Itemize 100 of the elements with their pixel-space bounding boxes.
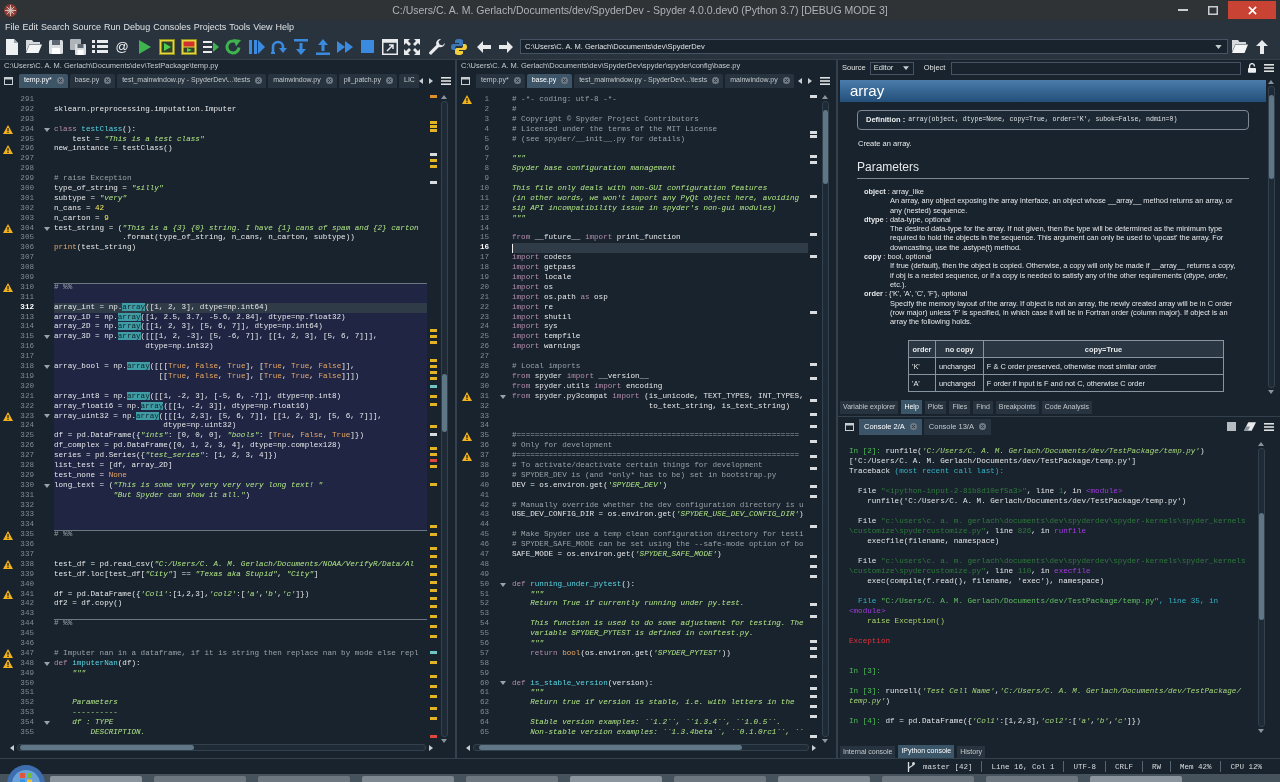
close-icon[interactable] <box>386 77 393 84</box>
scroll-down-arrow-icon[interactable] <box>441 739 447 743</box>
snake-logo-icon[interactable] <box>451 38 467 55</box>
menu-item[interactable]: Search <box>41 21 70 33</box>
scroll-right-arrow-icon[interactable] <box>812 744 816 751</box>
scroll-right-arrow-icon[interactable] <box>428 77 433 84</box>
open-folder-icon[interactable] <box>1232 40 1248 53</box>
scrollbar-track[interactable] <box>17 744 426 751</box>
circular-arrow-icon[interactable] <box>225 38 241 55</box>
play-icon[interactable] <box>139 39 151 54</box>
menu-item[interactable]: Source <box>72 21 102 33</box>
fold-triangle-icon[interactable] <box>500 394 506 399</box>
menu-item[interactable]: Consoles <box>153 21 191 33</box>
scrollbar-thumb[interactable] <box>479 745 742 750</box>
close-icon[interactable] <box>513 77 521 84</box>
scrollbar-thumb[interactable] <box>1268 95 1274 179</box>
wrench-icon[interactable] <box>429 38 445 55</box>
maximize-icon <box>1208 5 1218 15</box>
curved-arrow-icon[interactable] <box>271 39 287 54</box>
cell-play-next-icon[interactable] <box>181 38 197 55</box>
two-floppy-disks-icon[interactable] <box>70 38 86 55</box>
window-icon[interactable] <box>4 76 13 85</box>
scroll-up-arrow-icon[interactable] <box>441 95 447 99</box>
menu-icon[interactable] <box>440 76 451 85</box>
scroll-left-arrow-icon[interactable] <box>466 744 470 751</box>
close-icon[interactable] <box>909 423 917 430</box>
four-arrows-icon[interactable] <box>404 38 420 55</box>
menu-item[interactable]: Debug <box>123 21 151 33</box>
scroll-down-arrow-icon[interactable] <box>1268 390 1274 394</box>
double-play-icon[interactable] <box>337 40 353 53</box>
scroll-left-arrow-icon[interactable] <box>798 77 802 84</box>
scroll-right-arrow-icon[interactable] <box>808 77 812 84</box>
menu-icon[interactable] <box>1264 422 1274 431</box>
menu-item[interactable]: File <box>5 21 20 33</box>
scrollbar-thumb[interactable] <box>441 374 447 432</box>
scroll-up-arrow-icon[interactable] <box>1258 442 1264 446</box>
scrollbar-track[interactable] <box>1257 448 1265 727</box>
open-folder-icon[interactable] <box>26 40 42 53</box>
menu-item[interactable]: Help <box>275 21 295 33</box>
scroll-up-arrow-icon[interactable] <box>822 95 828 99</box>
fold-triangle-icon[interactable] <box>44 127 50 132</box>
scrollbar-thumb[interactable] <box>1258 513 1264 620</box>
window-title: C:/Users/C. A. M. Gerlach/Documents/dev/SpyderDev - Spyder 4.0.0.dev0 (Python 3.7) [DEBUG MODE 3] <box>392 3 888 17</box>
menu-item[interactable]: Run <box>104 21 121 33</box>
stop-square-icon[interactable] <box>360 40 374 53</box>
window-icon[interactable] <box>461 76 470 85</box>
lines-play-icon[interactable] <box>203 39 219 54</box>
close-icon[interactable] <box>561 77 569 84</box>
close-icon[interactable] <box>255 77 263 84</box>
scrollbar-track[interactable] <box>821 101 829 737</box>
scroll-up-arrow-icon[interactable] <box>1268 80 1274 84</box>
menu-icon[interactable] <box>820 76 830 85</box>
fold-triangle-icon[interactable] <box>44 483 50 488</box>
scrollbar-track[interactable] <box>440 101 448 737</box>
scroll-down-arrow-icon[interactable] <box>822 739 828 743</box>
eraser-icon[interactable] <box>1244 422 1256 431</box>
fold-triangle-icon[interactable] <box>500 582 506 587</box>
close-icon[interactable] <box>782 77 790 84</box>
window-icon[interactable] <box>845 422 854 431</box>
close-icon[interactable] <box>56 77 64 84</box>
close-icon[interactable] <box>104 77 112 84</box>
object-field[interactable] <box>951 61 1241 75</box>
bars-play-icon[interactable] <box>249 39 265 54</box>
orb-icon[interactable] <box>7 764 45 782</box>
fold-triangle-icon[interactable] <box>44 414 50 419</box>
dropdown-caret-icon[interactable] <box>902 66 909 70</box>
menu-icon[interactable] <box>1264 64 1274 72</box>
fold-triangle-icon[interactable] <box>500 681 506 686</box>
padlock-icon[interactable] <box>1248 63 1256 73</box>
dropdown-caret-icon[interactable] <box>1215 44 1222 49</box>
fold-triangle-icon[interactable] <box>44 226 50 231</box>
menu-item[interactable]: Tools <box>229 21 251 33</box>
close-icon[interactable] <box>712 77 720 84</box>
menu-item[interactable]: Projects <box>193 21 227 33</box>
scroll-down-arrow-icon[interactable] <box>1258 729 1264 733</box>
menu-item[interactable]: View <box>253 21 273 33</box>
fold-triangle-icon[interactable] <box>44 661 50 666</box>
scrollbar-thumb[interactable] <box>20 745 194 750</box>
right-arrow-icon[interactable] <box>499 40 513 53</box>
at-sign-tool[interactable]: @ <box>115 39 129 54</box>
new-file-icon[interactable] <box>6 38 18 55</box>
cell-play-icon[interactable] <box>159 38 175 55</box>
left-arrow-icon[interactable] <box>477 40 491 53</box>
up-arrow-icon[interactable] <box>1256 39 1268 54</box>
up-arrow-bar-icon[interactable] <box>316 38 330 55</box>
fold-triangle-icon[interactable] <box>44 721 50 726</box>
scrollbar-thumb[interactable] <box>822 110 828 184</box>
scroll-left-arrow-icon[interactable] <box>10 744 14 751</box>
close-icon[interactable] <box>978 423 986 430</box>
scrollbar-track[interactable] <box>473 744 809 751</box>
fold-triangle-icon[interactable] <box>44 335 50 340</box>
bulleted-list-icon[interactable] <box>92 40 108 53</box>
scroll-right-arrow-icon[interactable] <box>429 744 433 751</box>
down-arrow-bar-icon[interactable] <box>294 38 308 55</box>
scroll-left-arrow-icon[interactable] <box>418 77 423 84</box>
fold-triangle-icon[interactable] <box>44 365 50 369</box>
branch-icon <box>906 761 915 772</box>
menu-item[interactable]: Edit <box>22 21 39 33</box>
scrollbar-track[interactable] <box>1267 86 1275 388</box>
close-icon[interactable] <box>325 77 333 84</box>
